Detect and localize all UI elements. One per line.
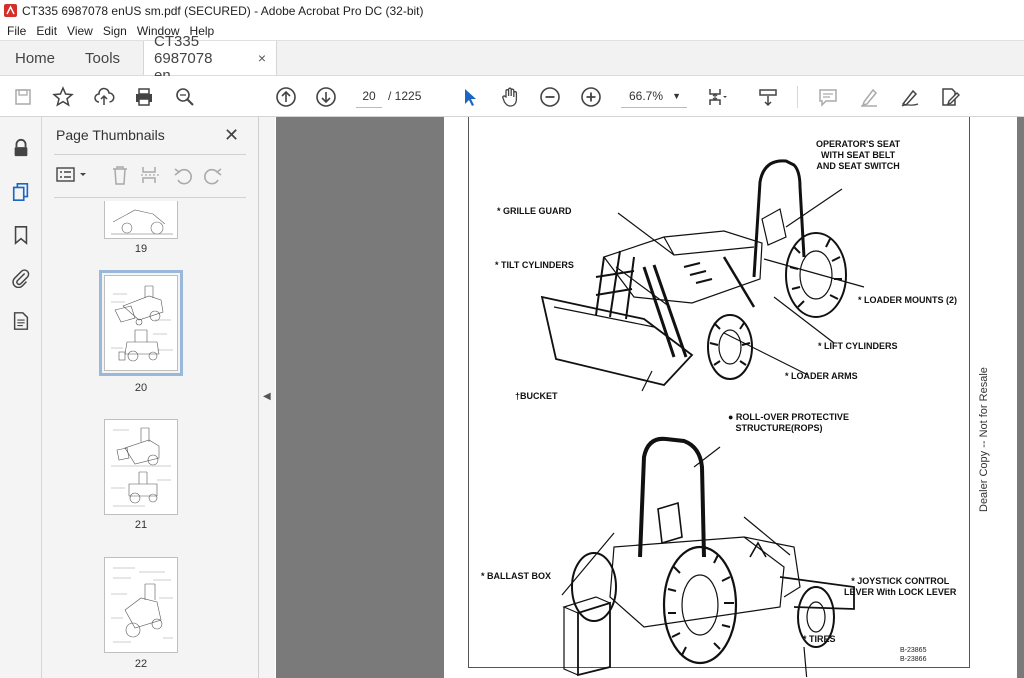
label-rops: ● ROLL-OVER PROTECTIVE STRUCTURE(ROPS) (728, 412, 849, 433)
thumbnail-page-19[interactable] (104, 201, 178, 239)
tractor-rear-illustration (561, 436, 855, 677)
label-joystick: * JOYSTICK CONTROL LEVER With LOCK LEVER (844, 576, 957, 597)
label-loader-arms: * LOADER ARMS (785, 371, 858, 381)
extract-pages-icon[interactable] (139, 164, 161, 186)
label-loader-mounts: * LOADER MOUNTS (2) (858, 295, 957, 305)
close-icon[interactable]: × (258, 50, 266, 66)
tab-bar: Home Tools CT335 6987078 en... × (0, 33, 1024, 84)
label-operator-seat: OPERATOR'S SEAT WITH SEAT BELT AND SEAT … (816, 139, 901, 171)
pdf-page: OPERATOR'S SEAT WITH SEAT BELT AND SEAT … (444, 117, 1017, 678)
save-icon[interactable] (10, 84, 36, 110)
thumbnail-label: 20 (134, 382, 148, 394)
sign-pen-icon[interactable] (897, 84, 923, 110)
star-icon[interactable] (50, 84, 76, 110)
lock-icon[interactable] (10, 137, 32, 159)
divider (54, 197, 246, 198)
hand-tool-icon[interactable] (497, 84, 523, 110)
label-tilt-cylinders: * TILT CYLINDERS (495, 260, 574, 270)
window-title: CT335 6987078 enUS sm.pdf (SECURED) - Ad… (22, 3, 424, 18)
collapse-panel-icon[interactable]: ◀ (263, 391, 271, 402)
label-ballast-box: * BALLAST BOX (481, 571, 552, 581)
rotate-left-icon[interactable] (172, 164, 194, 186)
zoom-level-select[interactable]: 66.7% ▼ (621, 84, 687, 108)
navigation-rail (0, 117, 42, 678)
page-fit-icon[interactable] (704, 84, 730, 110)
next-page-icon[interactable] (313, 84, 339, 110)
thumbnail-options-icon[interactable] (56, 165, 92, 185)
thumbnail-label: 21 (134, 519, 148, 531)
thumbnail-page-22[interactable] (104, 557, 178, 653)
tab-document[interactable]: CT335 6987078 en... × (143, 33, 278, 84)
page-total: / 1225 (388, 89, 422, 103)
label-tires: * TIRES (803, 634, 836, 644)
thumbnail-label: 19 (134, 243, 148, 255)
chevron-down-icon: ▼ (672, 91, 681, 101)
menu-sign[interactable]: Sign (98, 24, 132, 38)
title-bar: CT335 6987078 enUS sm.pdf (SECURED) - Ad… (0, 0, 1024, 21)
tab-home[interactable]: Home (0, 41, 70, 75)
page-thumbnails-icon[interactable] (10, 181, 32, 203)
thumbnail-toolbar (54, 163, 246, 187)
select-cursor-icon[interactable] (457, 84, 483, 110)
main-toolbar: 20 / 1225 66.7% ▼ (0, 76, 1024, 117)
cloud-upload-icon[interactable] (91, 84, 117, 110)
scroll-mode-icon[interactable] (755, 84, 781, 110)
document-properties-icon[interactable] (10, 310, 32, 332)
bookmark-icon[interactable] (10, 224, 32, 246)
print-icon[interactable] (131, 84, 157, 110)
close-icon[interactable]: ✕ (224, 125, 239, 146)
previous-page-icon[interactable] (273, 84, 299, 110)
label-bucket: †BUCKET (515, 391, 558, 401)
highlight-pen-icon[interactable] (856, 84, 882, 110)
panel-title: Page Thumbnails (56, 127, 165, 143)
menu-edit[interactable]: Edit (31, 24, 62, 38)
label-grille-guard: * GRILLE GUARD (497, 206, 572, 216)
label-lift-cylinders: * LIFT CYLINDERS (818, 341, 898, 351)
panel-splitter[interactable]: ◀ (259, 117, 275, 678)
acrobat-icon (4, 4, 17, 17)
zoom-level-value: 66.7% (629, 89, 664, 103)
fill-sign-icon[interactable] (937, 84, 963, 110)
trash-icon[interactable] (109, 164, 131, 186)
page-thumbnails-panel: Page Thumbnails ✕ 19 20 21 22 (42, 117, 291, 678)
menu-view[interactable]: View (62, 24, 98, 38)
zoom-search-icon[interactable] (172, 84, 198, 110)
comment-icon[interactable] (815, 84, 841, 110)
thumbnail-page-21[interactable] (104, 419, 178, 515)
thumbnail-page-20[interactable] (99, 270, 183, 376)
zoom-out-icon[interactable] (537, 84, 563, 110)
zoom-in-icon[interactable] (578, 84, 604, 110)
thumbnail-label: 22 (134, 658, 148, 670)
dealer-copy-watermark: Dealer Copy -- Not for Resale (978, 367, 990, 512)
divider (54, 154, 246, 155)
thumbnail-list: 19 20 21 22 (54, 201, 236, 673)
toolbar-divider (797, 86, 798, 108)
tab-tools[interactable]: Tools (70, 41, 135, 75)
figure-codes: B-23865 B-23866 (900, 647, 927, 663)
attachment-icon[interactable] (10, 267, 32, 289)
menu-file[interactable]: File (2, 24, 31, 38)
document-viewer[interactable]: OPERATOR'S SEAT WITH SEAT BELT AND SEAT … (276, 117, 1024, 678)
rotate-right-icon[interactable] (202, 164, 224, 186)
page-number-input[interactable]: 20 (356, 84, 382, 108)
